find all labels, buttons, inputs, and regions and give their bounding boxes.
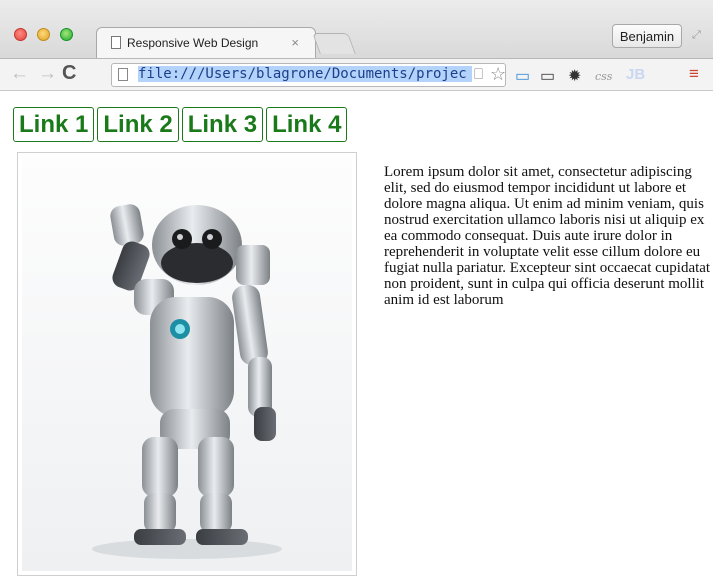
new-tab-button[interactable] — [312, 33, 356, 54]
address-bar[interactable]: file:///Users/blagrone/Documents/projec … — [111, 63, 506, 87]
screen-icon[interactable]: ▭ — [515, 66, 530, 86]
gear-icon[interactable]: ✹ — [568, 66, 581, 86]
browser-titlebar: Responsive Web Design × Benjamin ⤢ — [0, 0, 713, 58]
menu-icon[interactable]: ≡ — [689, 64, 699, 84]
lorem-paragraph: Lorem ipsum dolor sit amet, consectetur … — [384, 164, 711, 308]
nav-link-4[interactable]: Link 4 — [266, 107, 348, 142]
window-minimize-icon[interactable] — [37, 28, 50, 41]
forward-icon[interactable]: → — [38, 63, 57, 85]
page-icon — [111, 36, 121, 49]
robot-illustration — [92, 204, 282, 559]
tab-close-icon[interactable]: × — [291, 35, 299, 50]
url-text[interactable]: file:///Users/blagrone/Documents/projec — [138, 66, 472, 82]
fullscreen-icon[interactable]: ⤢ — [692, 29, 701, 42]
page-icon — [118, 68, 128, 81]
ruler-icon[interactable]: ▭ — [540, 66, 555, 86]
back-icon[interactable]: ← — [10, 63, 29, 85]
bookmark-star-icon[interactable]: ☆ — [490, 64, 505, 85]
jb-icon[interactable]: JB — [626, 66, 645, 83]
window-close-icon[interactable] — [14, 28, 27, 41]
nav-link-2[interactable]: Link 2 — [97, 107, 179, 142]
nav-link-1[interactable]: Link 1 — [13, 107, 95, 142]
window-maximize-icon[interactable] — [60, 28, 73, 41]
nav-link-3[interactable]: Link 3 — [181, 107, 264, 142]
css-icon[interactable]: css — [595, 70, 612, 83]
reload-icon[interactable]: C — [62, 62, 76, 85]
browser-tab[interactable]: Responsive Web Design × — [96, 27, 316, 58]
nav-links: Link 1 Link 2 Link 3 Link 4 — [13, 107, 350, 142]
tab-title: Responsive Web Design — [127, 36, 259, 50]
reader-icon[interactable]: ⎕ — [474, 66, 483, 83]
robot-photo — [22, 157, 352, 571]
robot-image — [17, 152, 357, 576]
profile-button[interactable]: Benjamin — [612, 24, 682, 48]
